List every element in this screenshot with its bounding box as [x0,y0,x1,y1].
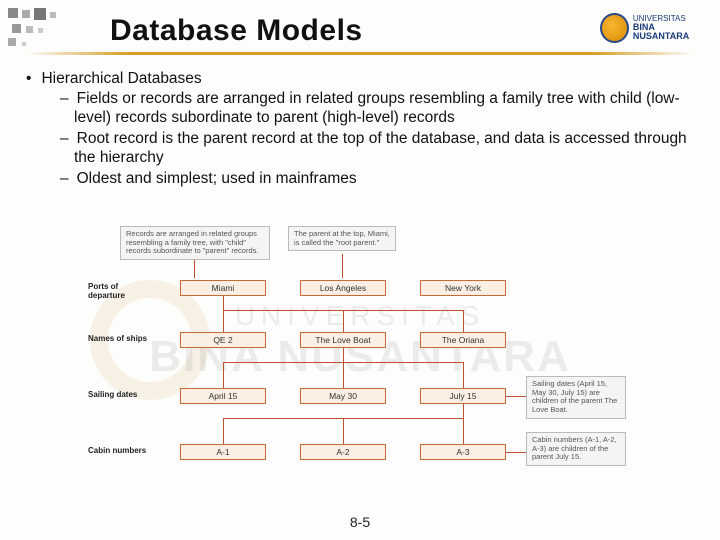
logo-icon [600,13,629,43]
node-a2: A-2 [300,444,386,460]
tree-line [463,418,464,444]
content-area: Hierarchical Databases Fields or records… [26,70,694,191]
callout-root: The parent at the top, Miami, is called … [288,226,396,251]
slide-number: 8-5 [0,514,720,530]
tree-line [223,418,224,444]
title-underline [26,52,694,55]
node-a3: A-3 [420,444,506,460]
tree-line [223,362,224,388]
node-a1: A-1 [180,444,266,460]
arrow-line [194,260,195,278]
arrow-line [506,452,526,453]
bullet-sub-2: Root record is the parent record at the … [60,130,694,168]
node-oriana: The Oriana [420,332,506,348]
arrow-line [506,396,526,397]
tree-line [343,362,344,388]
bullet-sub-3: Oldest and simplest; used in mainframes [60,170,694,189]
tree-line [463,362,464,388]
bullet-sub-1: Fields or records are arranged in relate… [60,90,694,128]
slide-title: Database Models [110,14,363,48]
node-ny: New York [420,280,506,296]
tree-line [463,310,464,332]
tree-line [343,348,344,362]
node-la: Los Angeles [300,280,386,296]
tree-line [223,296,224,310]
node-miami: Miami [180,280,266,296]
bullet-main: Hierarchical Databases [26,70,694,88]
label-dates: Sailing dates [88,390,158,399]
logo-text: UNIVERSITAS BINA NUSANTARA [633,15,710,41]
arrow-line [342,254,343,278]
tree-line [223,310,224,332]
node-apr15: April 15 [180,388,266,404]
label-cabins: Cabin numbers [88,446,168,455]
university-logo: UNIVERSITAS BINA NUSANTARA [600,8,710,48]
tree-line [463,404,464,418]
node-may30: May 30 [300,388,386,404]
callout-records: Records are arranged in related groups r… [120,226,270,260]
node-qe2: QE 2 [180,332,266,348]
callout-cabins: Cabin numbers (A-1, A-2, A-3) are childr… [526,432,626,466]
tree-line [343,310,344,332]
tree-line [343,418,344,444]
logo-name: BINA NUSANTARA [633,23,710,41]
node-jul15: July 15 [420,388,506,404]
callout-dates: Sailing dates (April 15, May 30, July 15… [526,376,626,419]
hierarchy-diagram: Records are arranged in related groups r… [88,226,632,482]
node-love: The Love Boat [300,332,386,348]
label-ports: Ports of departure [88,282,148,300]
label-ships: Names of ships [88,334,158,343]
